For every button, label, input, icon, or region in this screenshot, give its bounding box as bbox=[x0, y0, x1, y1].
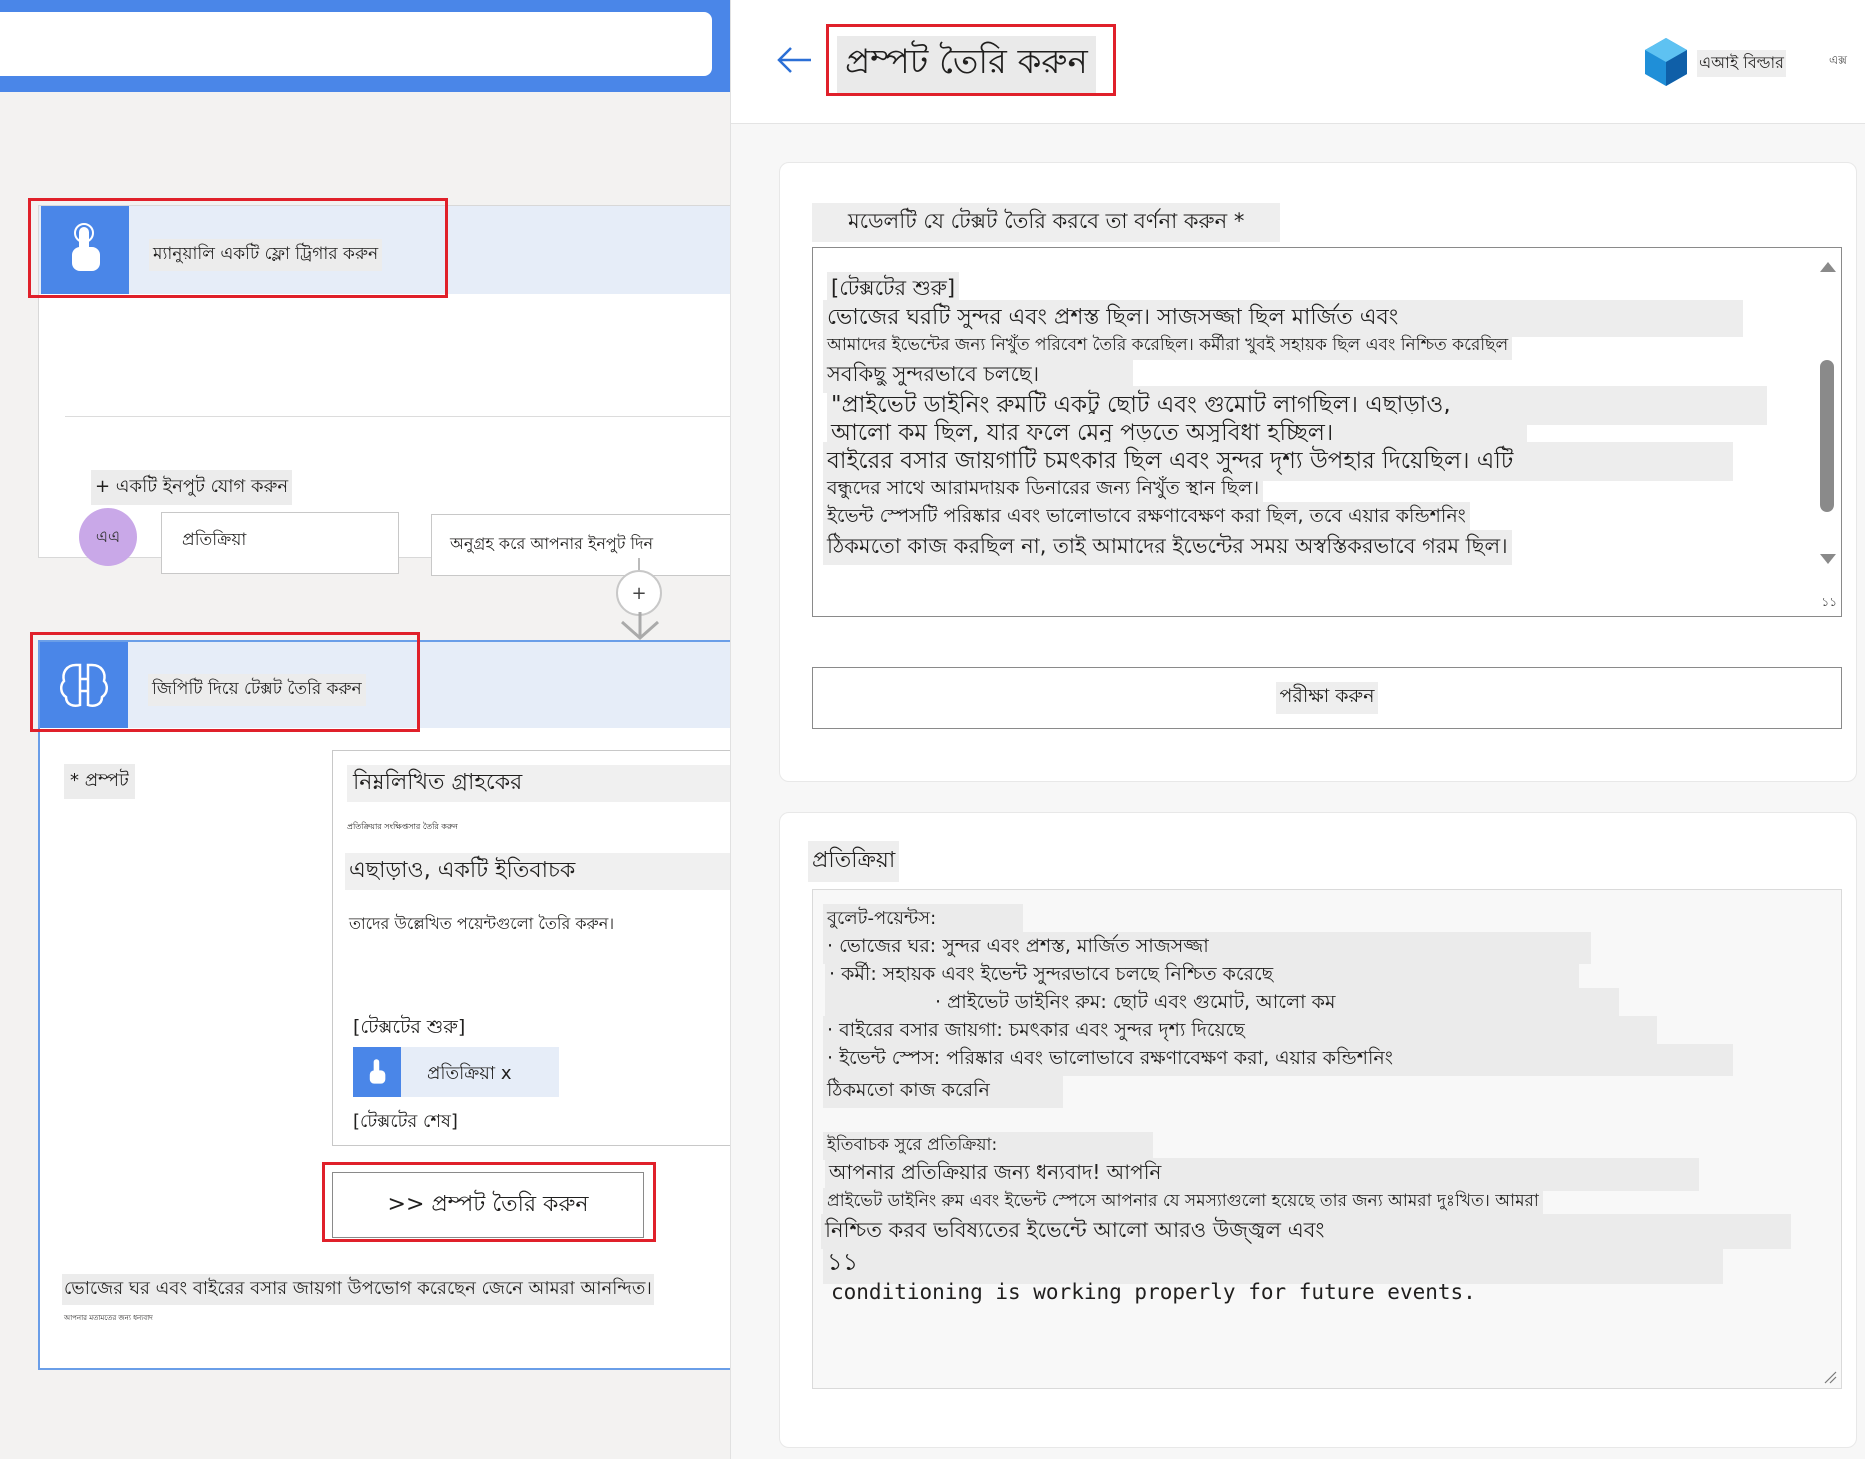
input-placeholder-field[interactable]: অনুগ্রহ করে আপনার ইনপুট দিন bbox=[431, 514, 730, 576]
top-search-box[interactable] bbox=[0, 12, 712, 76]
scroll-up-icon[interactable] bbox=[1820, 262, 1836, 272]
trigger-card-header[interactable]: ম্যানুয়ালি একটি ফ্লো ট্রিগার করুন bbox=[39, 206, 730, 294]
input-name-field[interactable]: প্রতিক্রিয়া bbox=[161, 512, 399, 574]
hand-touch-icon bbox=[369, 1059, 386, 1084]
avatar: এএ bbox=[79, 508, 137, 566]
trigger-card[interactable]: ম্যানুয়ালি একটি ফ্লো ট্রিগার করুন এএ প্… bbox=[38, 205, 730, 576]
bottom-text-line-1: ভোজের ঘর এবং বাইরের বসার জায়গা উপভোগ কর… bbox=[62, 1274, 654, 1305]
scroll-down-icon[interactable] bbox=[1820, 554, 1836, 564]
brand-name: এআই বিল্ডার bbox=[1697, 50, 1786, 77]
gpt-card-header[interactable]: জিপিটি দিয়ে টেক্সট তৈরি করুন bbox=[40, 642, 730, 728]
textarea-scrollbar[interactable] bbox=[1813, 248, 1841, 616]
response-line: · ইভেন্ট স্পেস: পরিষ্কার এবং ভালোভাবে রক… bbox=[823, 1044, 1733, 1076]
gpt-icon-box bbox=[40, 642, 128, 728]
resize-grip-icon[interactable] bbox=[1823, 1370, 1837, 1384]
brand-extra: এক্স bbox=[1829, 53, 1847, 67]
ai-builder-logo-icon bbox=[1645, 38, 1687, 86]
gpt-card[interactable]: জিপিটি দিয়ে টেক্সট তৈরি করুন * প্রম্পট … bbox=[38, 640, 730, 1370]
response-line: বুলেট-পয়েন্টস: bbox=[823, 904, 1023, 935]
bottom-text-line-2: আপনার মতামতের জন্য ধন্যবাদ bbox=[64, 1314, 153, 1322]
textarea-line: আমাদের ইভেন্টের জন্য নিখুঁত পরিবেশ তৈরি … bbox=[823, 332, 1513, 360]
test-button-label: পরীক্ষা করুন bbox=[1275, 682, 1379, 714]
add-step-button[interactable]: + bbox=[616, 570, 662, 616]
prompt-label: * প্রম্পট bbox=[64, 764, 135, 799]
text-start-marker: [টেক্সটের শুরু] bbox=[353, 1016, 466, 1038]
response-label: প্রতিক্রিয়া bbox=[808, 841, 900, 882]
feedback-token-chip[interactable]: প্রতিক্রিয়া x bbox=[353, 1047, 559, 1097]
chip-label: প্রতিক্রিয়া x bbox=[427, 1063, 512, 1084]
prompt-line-4: তাদের উল্লেখিত পয়েন্টগুলো তৈরি করুন। bbox=[349, 914, 615, 933]
response-section: প্রতিক্রিয়া বুলেট-পয়েন্টস: · ভোজের ঘর:… bbox=[779, 812, 1857, 1448]
brain-circuit-icon bbox=[60, 663, 108, 707]
prompt-line-2: প্রতিক্রিয়ার সংক্ষিপ্তসার তৈরি করুন bbox=[347, 822, 458, 831]
add-input-link[interactable]: + একটি ইনপুট যোগ করুন bbox=[91, 470, 293, 505]
scroll-thumb[interactable] bbox=[1820, 360, 1834, 512]
response-line: ঠিকমতো কাজ করেনি bbox=[823, 1076, 1063, 1108]
describe-label: মডেলটি যে টেক্সট তৈরি করবে তা বর্ণনা করু… bbox=[812, 203, 1281, 242]
text-end-marker: [টেক্সটের শেষ] bbox=[353, 1111, 458, 1132]
create-prompt-button[interactable]: >> প্রম্পট তৈরি করুন bbox=[332, 1172, 644, 1238]
create-prompt-panel: প্রম্পট তৈরি করুন এআই বিল্ডার এক্স মডেলট… bbox=[730, 0, 1865, 1459]
response-line: conditioning is working properly for fut… bbox=[831, 1280, 1476, 1304]
divider bbox=[65, 416, 730, 417]
prompt-textarea[interactable]: [টেক্সটের শুরু] ভোজের ঘরটি সুন্দর এবং প্… bbox=[812, 247, 1842, 617]
panel-header: প্রম্পট তৈরি করুন এআই বিল্ডার এক্স bbox=[731, 0, 1865, 124]
top-banner bbox=[0, 0, 730, 92]
response-line: প্রাইভেট ডাইনিং রুম এবং ইভেন্ট স্পেসে আপ… bbox=[823, 1188, 1543, 1216]
describe-section: মডেলটি যে টেক্সট তৈরি করবে তা বর্ণনা করু… bbox=[779, 162, 1857, 782]
arrow-down-icon bbox=[621, 612, 659, 641]
response-line: আপনার প্রতিক্রিয়ার জন্য ধন্যবাদ! আপনি bbox=[825, 1158, 1699, 1191]
response-line: ১১ bbox=[823, 1244, 1723, 1284]
test-button[interactable]: পরীক্ষা করুন bbox=[812, 667, 1842, 729]
prompt-line-1: নিম্নলিখিত গ্রাহকের bbox=[347, 765, 730, 802]
chip-icon-box bbox=[353, 1047, 401, 1097]
gpt-title: জিপিটি দিয়ে টেক্সট তৈরি করুন bbox=[148, 674, 366, 706]
textarea-line: ঠিকমতো কাজ করছিল না, তাই আমাদের ইভেন্টের… bbox=[823, 530, 1512, 565]
response-line: ইতিবাচক সুরে প্রতিক্রিয়া: bbox=[823, 1132, 1153, 1160]
prompt-line-3: এছাড়াও, একটি ইতিবাচক bbox=[345, 853, 730, 890]
back-arrow-icon[interactable] bbox=[775, 40, 815, 80]
panel-title: প্রম্পট তৈরি করুন bbox=[837, 36, 1096, 93]
response-output[interactable]: বুলেট-পয়েন্টস: · ভোজের ঘর: সুন্দর এবং প… bbox=[812, 889, 1842, 1389]
char-count: ১১ bbox=[1821, 595, 1837, 609]
trigger-title: ম্যানুয়ালি একটি ফ্লো ট্রিগার করুন bbox=[149, 239, 383, 271]
hand-touch-icon bbox=[72, 223, 100, 271]
flow-canvas: ম্যানুয়ালি একটি ফ্লো ট্রিগার করুন এএ প্… bbox=[0, 0, 730, 1459]
prompt-editor[interactable]: নিম্নলিখিত গ্রাহকের প্রতিক্রিয়ার সংক্ষি… bbox=[332, 750, 730, 1146]
trigger-icon-box bbox=[41, 206, 129, 294]
